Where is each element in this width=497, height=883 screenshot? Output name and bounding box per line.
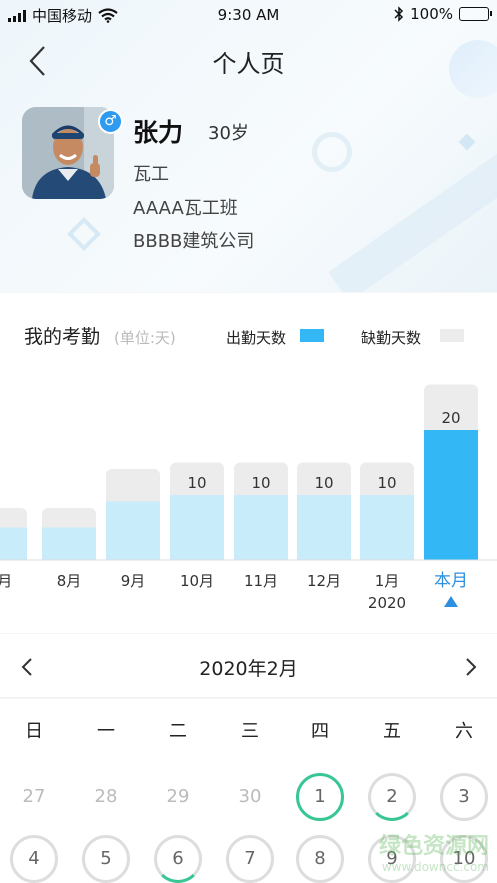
calendar-day[interactable]: 1 bbox=[296, 773, 344, 821]
x-tick-sublabel: 2020 bbox=[368, 594, 406, 612]
calendar-day[interactable]: 30 bbox=[226, 773, 274, 821]
calendar-day[interactable]: 27 bbox=[10, 773, 58, 821]
bar-present bbox=[42, 527, 96, 560]
legend-present-swatch bbox=[300, 329, 324, 342]
calendar-day[interactable]: 3 bbox=[440, 773, 488, 821]
bar-present bbox=[360, 495, 414, 560]
user-job: 瓦工 bbox=[133, 164, 169, 185]
calendar-next-button[interactable] bbox=[460, 656, 480, 678]
bar-present bbox=[424, 430, 478, 560]
user-team: AAAA瓦工班 bbox=[133, 198, 238, 219]
attendance-card: 我的考勤 (单位:天) 出勤天数 缺勤天数 7月 8月 9月 10 10月 10 11月 10… bbox=[0, 293, 497, 633]
decorative-ring bbox=[312, 132, 352, 172]
bar-present bbox=[106, 501, 160, 560]
decorative-stripe bbox=[328, 134, 497, 292]
user-company: BBBB建筑公司 bbox=[133, 231, 255, 252]
x-tick-label[interactable]: 7月 bbox=[0, 572, 12, 590]
weekday-label: 三 bbox=[241, 721, 259, 742]
watermark: 绿色资源网 www.downcc.com bbox=[379, 828, 489, 874]
calendar-day[interactable]: 7 bbox=[226, 835, 274, 883]
decorative-diamond bbox=[67, 217, 101, 251]
bar-present bbox=[234, 495, 288, 560]
legend-absent-label: 缺勤天数 bbox=[361, 329, 422, 347]
x-tick-label[interactable]: 10月 bbox=[180, 572, 214, 590]
calendar-day[interactable]: 8 bbox=[296, 835, 344, 883]
calendar-day[interactable]: 2 bbox=[368, 773, 416, 821]
bar-present bbox=[170, 495, 224, 560]
watermark-text: 绿色资源网 bbox=[378, 834, 489, 859]
status-bar: 中国移动 9:30 AM 100% bbox=[0, 0, 497, 30]
current-month-indicator-icon bbox=[444, 596, 458, 607]
x-tick-label[interactable]: 1月 bbox=[375, 572, 400, 590]
weekday-label: 二 bbox=[169, 721, 187, 742]
calendar-day[interactable]: 29 bbox=[154, 773, 202, 821]
male-icon: ♂ bbox=[98, 109, 123, 134]
bar-data-label: 10 bbox=[377, 474, 396, 492]
calendar-day[interactable]: 6 bbox=[154, 835, 202, 883]
bar-data-label: 10 bbox=[187, 474, 206, 492]
legend-present-label: 出勤天数 bbox=[226, 329, 287, 347]
legend-absent-swatch bbox=[440, 329, 464, 342]
user-age: 30岁 bbox=[208, 123, 249, 144]
bar-data-label: 20 bbox=[441, 409, 460, 427]
x-tick-label[interactable]: 11月 bbox=[244, 572, 278, 590]
weekday-label: 一 bbox=[97, 721, 115, 742]
calendar-day[interactable]: 5 bbox=[82, 835, 130, 883]
watermark-url: www.downcc.com bbox=[381, 860, 489, 874]
bar-present bbox=[0, 527, 27, 560]
battery-icon bbox=[459, 7, 492, 21]
calendar-month-label: 2020年2月 bbox=[199, 658, 298, 680]
attendance-unit: (单位:天) bbox=[114, 329, 176, 347]
x-tick-label[interactable]: 本月 bbox=[434, 571, 468, 591]
calendar-header: 2020年2月 bbox=[0, 634, 497, 698]
bluetooth-icon bbox=[394, 6, 404, 22]
user-name: 张力 bbox=[133, 118, 184, 147]
bar-data-label: 10 bbox=[251, 474, 270, 492]
chevron-right-icon bbox=[466, 658, 477, 676]
bar-data-label: 10 bbox=[314, 474, 333, 492]
x-tick-label[interactable]: 12月 bbox=[307, 572, 341, 590]
weekday-label: 日 bbox=[25, 721, 43, 742]
calendar-day[interactable]: 4 bbox=[10, 835, 58, 883]
decorative-diamond-small bbox=[458, 133, 476, 151]
weekday-label: 五 bbox=[383, 721, 401, 742]
weekday-label: 四 bbox=[311, 721, 329, 742]
attendance-chart[interactable]: 7月8月9月1010月1011月1012月101月202020本月 bbox=[0, 353, 497, 633]
weekday-label: 六 bbox=[455, 721, 473, 742]
battery-percent: 100% bbox=[410, 5, 453, 23]
bar-present bbox=[297, 495, 351, 560]
x-tick-label[interactable]: 8月 bbox=[57, 572, 82, 590]
page-title: 个人页 bbox=[212, 50, 285, 78]
calendar-day[interactable]: 28 bbox=[82, 773, 130, 821]
attendance-title: 我的考勤 bbox=[24, 326, 101, 348]
x-tick-label[interactable]: 9月 bbox=[121, 572, 146, 590]
